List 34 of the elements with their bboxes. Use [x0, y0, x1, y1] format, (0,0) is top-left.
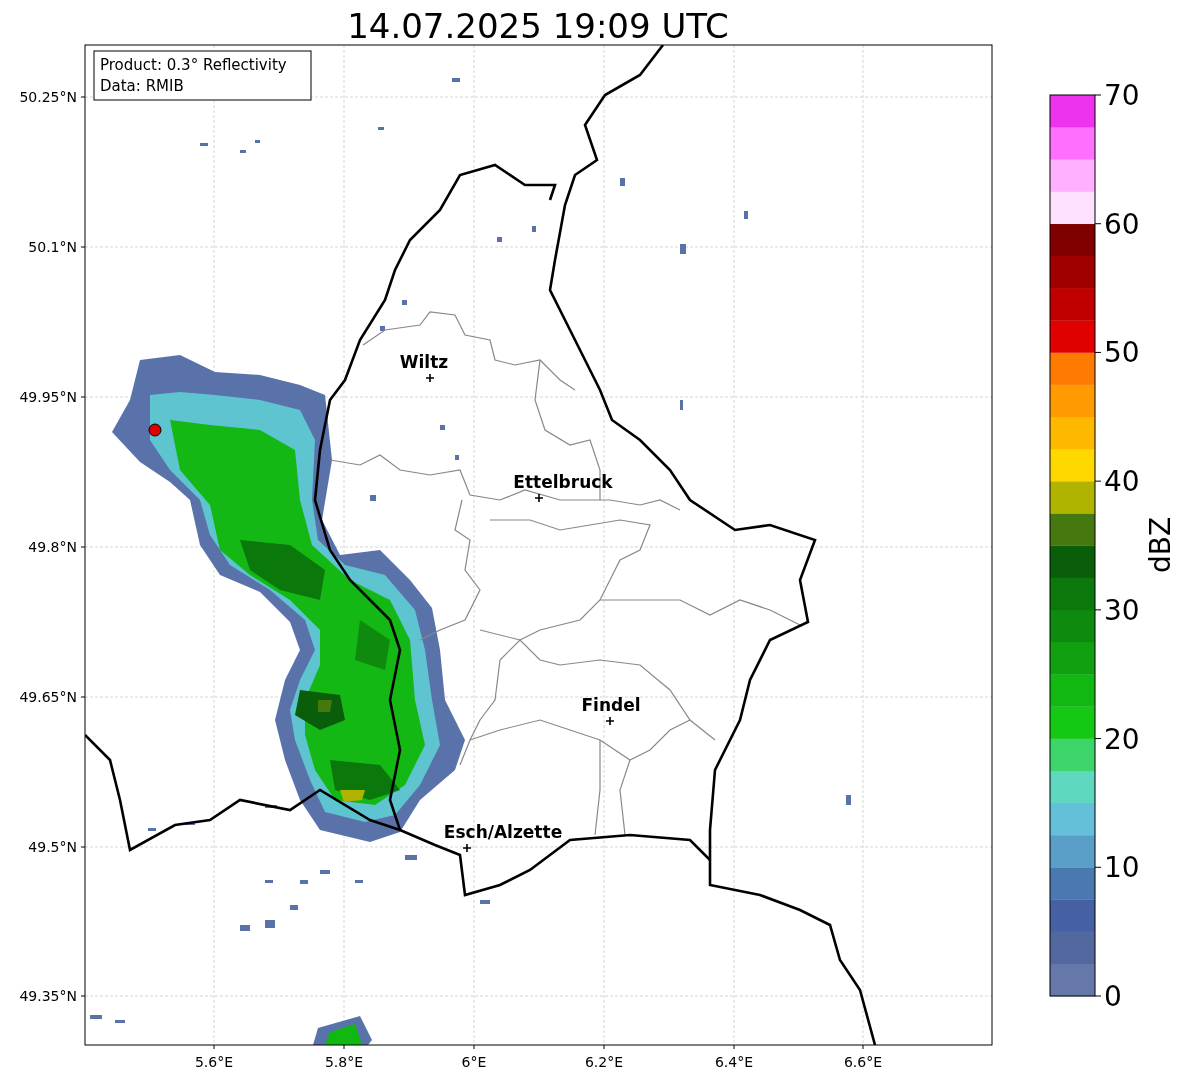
axis-tick-label: 50.1°N — [28, 239, 77, 255]
axis-tick-label: 6.4°E — [714, 1054, 754, 1070]
legend-line: Product: 0.3° Reflectivity — [100, 56, 287, 74]
axis-tick-label: 6°E — [461, 1054, 487, 1070]
axis-tick-label: 49.5°N — [28, 839, 77, 855]
legend-line: Data: RMIB — [100, 77, 184, 95]
chart-title: 14.07.2025 19:09 UTC — [347, 6, 729, 46]
city-marker-icon — [425, 373, 435, 383]
color-bar-tick-label: 60 — [1104, 207, 1140, 241]
city-label: Findel — [581, 695, 641, 715]
color-bar-tick-label: 40 — [1104, 465, 1140, 499]
city-marker-icon — [534, 493, 544, 503]
axis-tick-label: 5.6°E — [194, 1054, 234, 1070]
city-label: Ettelbruck — [513, 472, 613, 492]
axis-tick-label: 49.95°N — [19, 389, 77, 405]
color-bar-label: dBZ — [1144, 516, 1177, 574]
color-bar-tick-label: 30 — [1104, 593, 1140, 627]
color-bar-tick-label: 10 — [1104, 851, 1140, 885]
city-marker-icon — [605, 716, 615, 726]
city-label: Esch/Alzette — [443, 822, 563, 842]
axis-tick-label: 50.25°N — [19, 89, 77, 105]
location-dot — [148, 423, 162, 437]
color-bar-tick-label: 70 — [1104, 79, 1140, 112]
axis-tick-label: 49.65°N — [19, 689, 77, 705]
axis-tick-label: 6.2°E — [584, 1054, 624, 1070]
color-bar-tick-label: 20 — [1104, 722, 1140, 756]
axis-tick-label: 49.35°N — [19, 988, 77, 1004]
axis-tick-label: 49.8°N — [28, 539, 77, 555]
axis-tick-label: 6.6°E — [843, 1054, 883, 1070]
city-marker-icon — [462, 843, 472, 853]
city-label: Wiltz — [399, 352, 449, 372]
color-bar-tick-label: 0 — [1104, 980, 1122, 1013]
axis-tick-label: 5.8°E — [324, 1054, 364, 1070]
color-bar-tick-label: 50 — [1104, 336, 1140, 370]
